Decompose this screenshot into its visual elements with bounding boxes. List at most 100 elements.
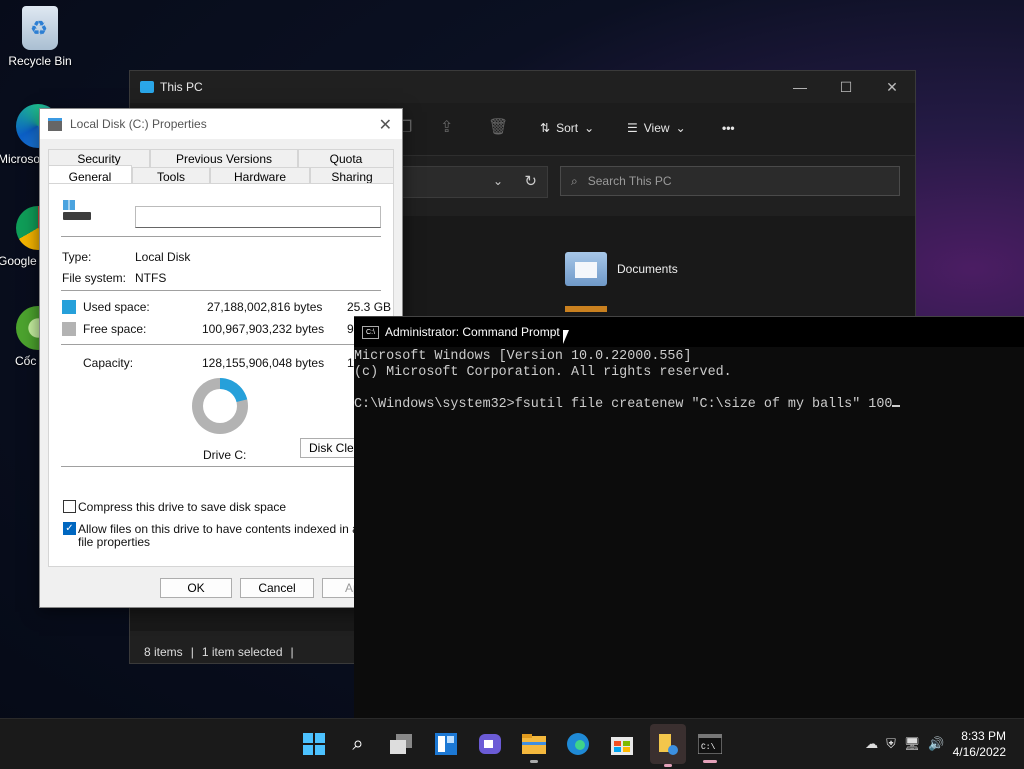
index-checkbox[interactable]: ✓	[63, 522, 76, 535]
status-divider: |	[290, 645, 294, 659]
clock-date: 4/16/2022	[952, 745, 1006, 759]
chat-button[interactable]	[474, 728, 506, 760]
refresh-icon[interactable]: ↻	[524, 172, 537, 190]
more-options-button[interactable]: •••	[722, 121, 735, 135]
desktop-icon-label: Recycle Bin	[8, 54, 72, 68]
volume-name-field[interactable]	[135, 206, 381, 228]
folder-label: Documents	[617, 262, 678, 276]
terminal-icon: C:\	[698, 734, 722, 754]
svg-text:C:\: C:\	[701, 743, 716, 752]
drive-label: Drive C:	[203, 448, 247, 462]
free-space-bytes: 100,967,903,232 bytes	[202, 322, 325, 336]
mouse-pointer-icon	[563, 330, 569, 344]
capacity-label: Capacity:	[83, 356, 134, 370]
view-icon: ☰	[627, 121, 638, 135]
text-cursor	[892, 405, 901, 407]
divider	[61, 466, 381, 467]
status-selected: 1 item selected	[201, 645, 283, 659]
onedrive-icon[interactable]: ☁	[865, 736, 878, 752]
sort-icon: ⇅	[540, 121, 551, 135]
music-folder-icon[interactable]	[565, 306, 607, 312]
file-explorer-icon	[522, 734, 546, 754]
folder-documents[interactable]: Documents	[565, 252, 678, 286]
edge-button[interactable]	[562, 728, 594, 760]
task-view-icon	[390, 734, 412, 754]
store-button[interactable]	[606, 728, 638, 760]
tab-previous-versions[interactable]: Previous Versions	[150, 149, 298, 167]
widgets-button[interactable]	[430, 728, 462, 760]
search-placeholder: Search This PC	[587, 174, 672, 188]
index-label-line1: Allow files on this drive to have conten…	[78, 522, 395, 536]
cmd-icon: C:\	[362, 325, 379, 339]
network-icon[interactable]: 🖥	[904, 736, 921, 752]
used-space-gb: 25.3 GB	[347, 300, 392, 314]
cmd-titlebar[interactable]: C:\ Administrator: Command Prompt	[354, 317, 1024, 347]
used-space-swatch	[62, 300, 76, 314]
used-space-label: Used space:	[83, 300, 150, 314]
cancel-button[interactable]: Cancel	[240, 578, 314, 598]
divider	[61, 344, 381, 345]
running-indicator	[664, 764, 672, 767]
search-icon: ⌕	[352, 732, 364, 755]
cmd-line	[354, 381, 1024, 397]
compress-label: Compress this drive to save disk space	[78, 500, 287, 514]
status-bar: 8 items | 1 item selected |	[144, 645, 294, 659]
paint-icon	[659, 734, 678, 755]
task-view-button[interactable]	[386, 728, 418, 760]
file-explorer-button[interactable]	[518, 728, 550, 763]
compress-checkbox[interactable]	[63, 500, 76, 513]
security-icon[interactable]: ⛨	[886, 736, 896, 752]
maximize-icon[interactable]: ☐	[823, 71, 869, 103]
search-input[interactable]: ⌕ Search This PC	[560, 166, 900, 196]
widgets-icon	[435, 733, 457, 755]
system-tray: ☁ ⛨ 🖥 🔊 8:33 PM 4/16/2022	[865, 719, 1024, 769]
filesystem-value: NTFS	[135, 271, 167, 285]
share-icon[interactable]: ⇪	[440, 117, 453, 137]
taskbar: ⌕ C:\ ☁ ⛨ 🖥 🔊 8:33 PM 4/16/2022	[0, 718, 1024, 769]
terminal-button[interactable]: C:\	[694, 728, 726, 763]
close-icon[interactable]: ✕	[379, 115, 392, 135]
drive-icon	[48, 117, 62, 131]
ok-button[interactable]: OK	[160, 578, 232, 598]
cmd-output[interactable]: Microsoft Windows [Version 10.0.22000.55…	[354, 347, 1024, 413]
start-button[interactable]	[298, 728, 330, 760]
search-icon: ⌕	[571, 173, 578, 188]
chevron-down-icon[interactable]: ⌄	[493, 174, 503, 188]
view-button[interactable]: ☰ View ⌄	[627, 121, 686, 135]
sort-button[interactable]: ⇅ Sort ⌄	[540, 121, 594, 135]
dialog-title: Local Disk (C:) Properties	[70, 117, 207, 131]
filesystem-label: File system:	[62, 271, 127, 285]
cmd-line: (c) Microsoft Corporation. All rights re…	[354, 365, 732, 380]
paint-button[interactable]	[650, 724, 686, 767]
clock[interactable]: 8:33 PM 4/16/2022	[953, 728, 1006, 760]
type-label: Type:	[62, 250, 92, 264]
dialog-titlebar[interactable]: Local Disk (C:) Properties	[40, 109, 402, 139]
delete-icon[interactable]: 🗑	[488, 117, 508, 137]
volume-icon[interactable]: 🔊	[928, 736, 944, 752]
free-space-swatch	[62, 322, 76, 336]
chat-icon	[479, 734, 501, 754]
command-prompt-window[interactable]: C:\ Administrator: Command Prompt Micros…	[354, 316, 1024, 719]
cmd-input-line: C:\Windows\system32>fsutil file createne…	[354, 397, 893, 412]
search-button[interactable]: ⌕	[342, 728, 374, 760]
capacity-bytes: 128,155,906,048 bytes	[202, 356, 325, 370]
recycle-bin-icon	[22, 6, 58, 50]
tab-quota[interactable]: Quota	[298, 149, 394, 167]
chevron-down-icon: ⌄	[584, 121, 595, 135]
clock-time: 8:33 PM	[961, 729, 1006, 743]
cmd-line: Microsoft Windows [Version 10.0.22000.55…	[354, 349, 692, 364]
documents-folder-icon	[565, 252, 607, 286]
cmd-title: Administrator: Command Prompt	[385, 325, 560, 339]
close-icon[interactable]: ✕	[869, 71, 915, 103]
free-space-label: Free space:	[83, 322, 147, 336]
status-item-count: 8 items	[144, 645, 183, 659]
start-icon	[303, 733, 325, 755]
minimize-icon[interactable]: —	[777, 71, 823, 103]
explorer-title: This PC	[160, 80, 203, 94]
desktop-icon-recycle-bin[interactable]: Recycle Bin	[0, 6, 80, 68]
properties-dialog: Local Disk (C:) Properties ✕ Security Pr…	[39, 108, 403, 608]
divider	[61, 236, 381, 237]
cmd-line: C:\Windows\system32>fsutil file createne…	[354, 397, 1024, 413]
running-indicator	[703, 760, 717, 763]
index-label-line2: file properties	[78, 535, 151, 549]
